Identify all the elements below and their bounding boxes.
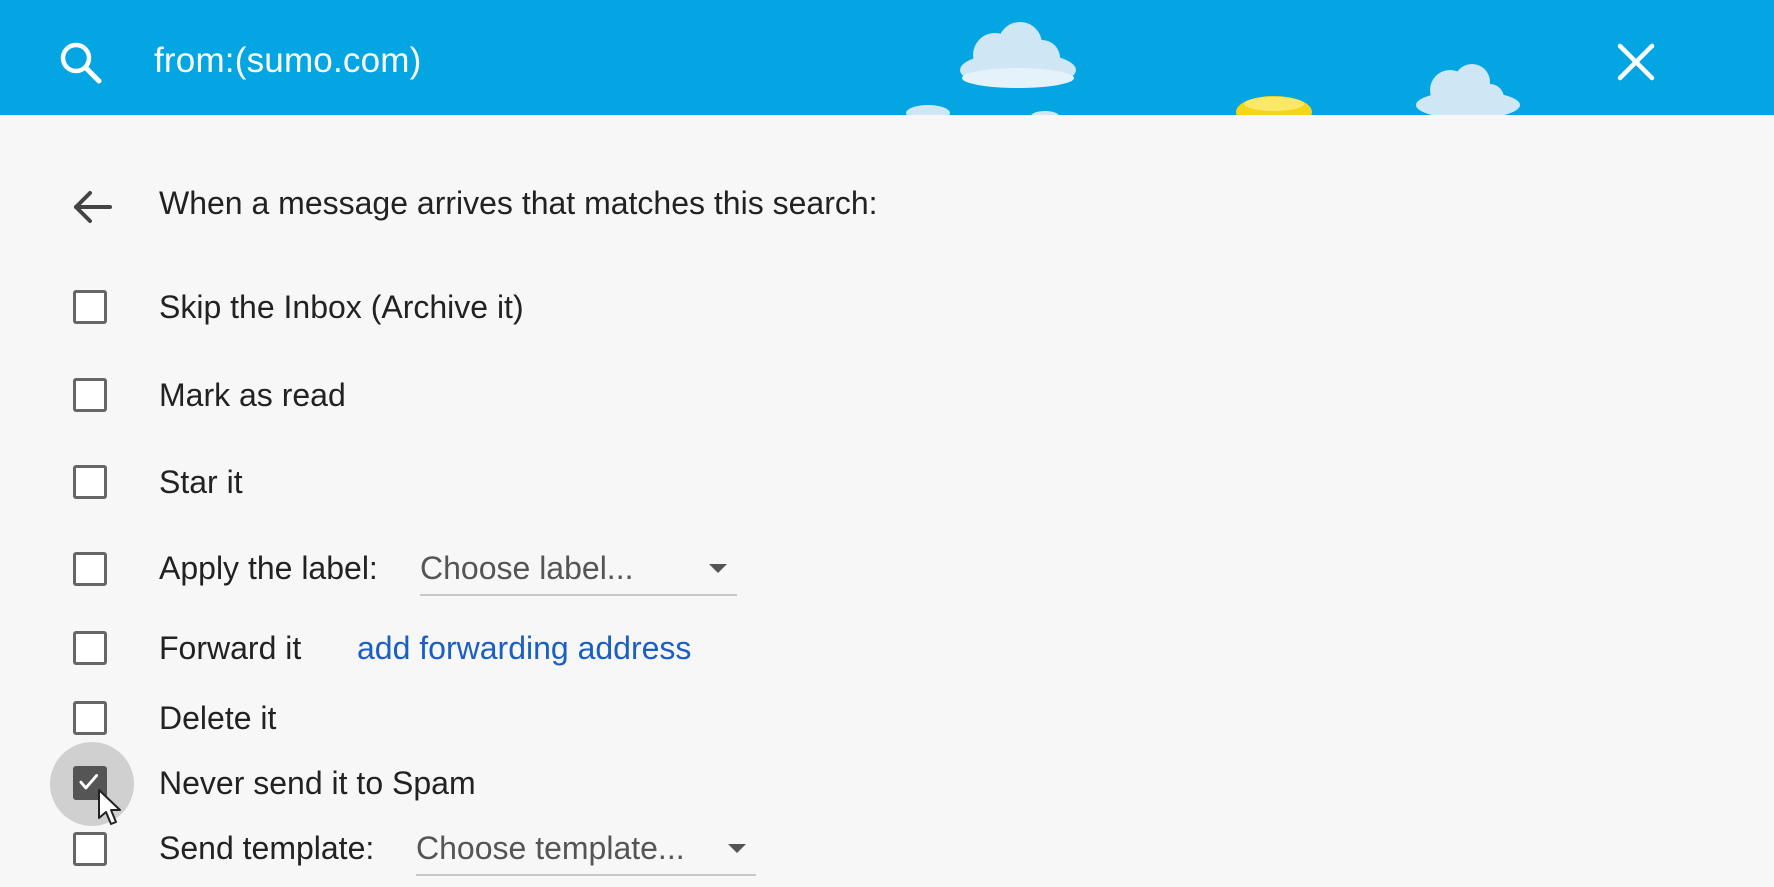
option-never-spam: Never send it to Spam — [0, 742, 1000, 826]
delete-it-label: Delete it — [159, 700, 277, 736]
apply-label-label: Apply the label: — [159, 550, 378, 586]
mark-read-checkbox[interactable] — [73, 378, 107, 412]
search-header: from:(sumo.com) — [0, 0, 1774, 115]
template-dropdown-value: Choose template... — [416, 830, 685, 866]
checkmark-icon — [79, 774, 99, 790]
template-dropdown[interactable]: Choose template... — [416, 826, 756, 876]
option-send-template: Send template: Choose template... — [0, 826, 1000, 876]
never-spam-checkbox[interactable] — [73, 766, 107, 800]
label-dropdown-value: Choose label... — [420, 550, 634, 586]
forward-it-label: Forward it — [159, 630, 302, 666]
mark-read-label: Mark as read — [159, 377, 346, 413]
dropdown-arrow-icon — [709, 564, 727, 573]
filter-heading: When a message arrives that matches this… — [159, 185, 878, 221]
skip-inbox-checkbox[interactable] — [73, 290, 107, 324]
add-forwarding-address-link[interactable]: add forwarding address — [357, 626, 691, 670]
send-template-checkbox[interactable] — [73, 832, 107, 866]
forward-it-checkbox[interactable] — [73, 631, 107, 665]
back-arrow-icon[interactable] — [70, 185, 114, 229]
search-icon[interactable] — [56, 38, 104, 86]
star-it-label: Star it — [159, 464, 243, 500]
apply-label-checkbox[interactable] — [73, 552, 107, 586]
close-icon[interactable] — [1614, 40, 1658, 84]
option-star-it: Star it — [0, 460, 1000, 508]
send-template-label: Send template: — [159, 830, 375, 866]
never-spam-label: Never send it to Spam — [159, 765, 476, 801]
delete-it-checkbox[interactable] — [73, 701, 107, 735]
option-apply-label: Apply the label: Choose label... — [0, 546, 1000, 596]
dropdown-arrow-icon — [728, 844, 746, 853]
skip-inbox-label: Skip the Inbox (Archive it) — [159, 289, 524, 325]
label-dropdown[interactable]: Choose label... — [420, 546, 737, 596]
option-forward-it: Forward it add forwarding address — [0, 626, 1000, 674]
star-it-checkbox[interactable] — [73, 465, 107, 499]
option-mark-read: Mark as read — [0, 373, 1000, 421]
option-delete-it: Delete it — [0, 696, 1000, 744]
search-query[interactable]: from:(sumo.com) — [154, 38, 421, 84]
filter-dialog: from:(sumo.com) When a message arrives t… — [0, 0, 1774, 887]
filter-options-panel: When a message arrives that matches this… — [0, 115, 1774, 887]
option-skip-inbox: Skip the Inbox (Archive it) — [0, 285, 1000, 333]
